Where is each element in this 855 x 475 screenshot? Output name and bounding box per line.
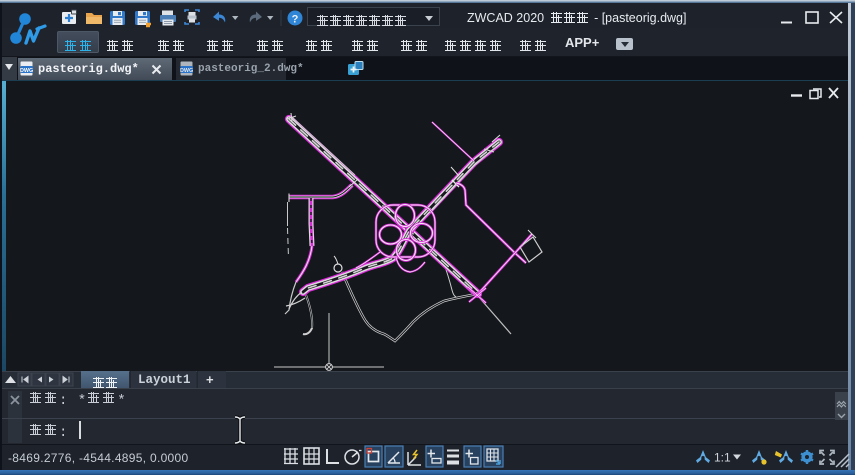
svg-text:DWG: DWG bbox=[180, 68, 193, 74]
svg-text:DWG: DWG bbox=[20, 68, 33, 74]
svg-text:1:1: 1:1 bbox=[714, 451, 731, 465]
svg-text:?: ? bbox=[292, 14, 299, 26]
